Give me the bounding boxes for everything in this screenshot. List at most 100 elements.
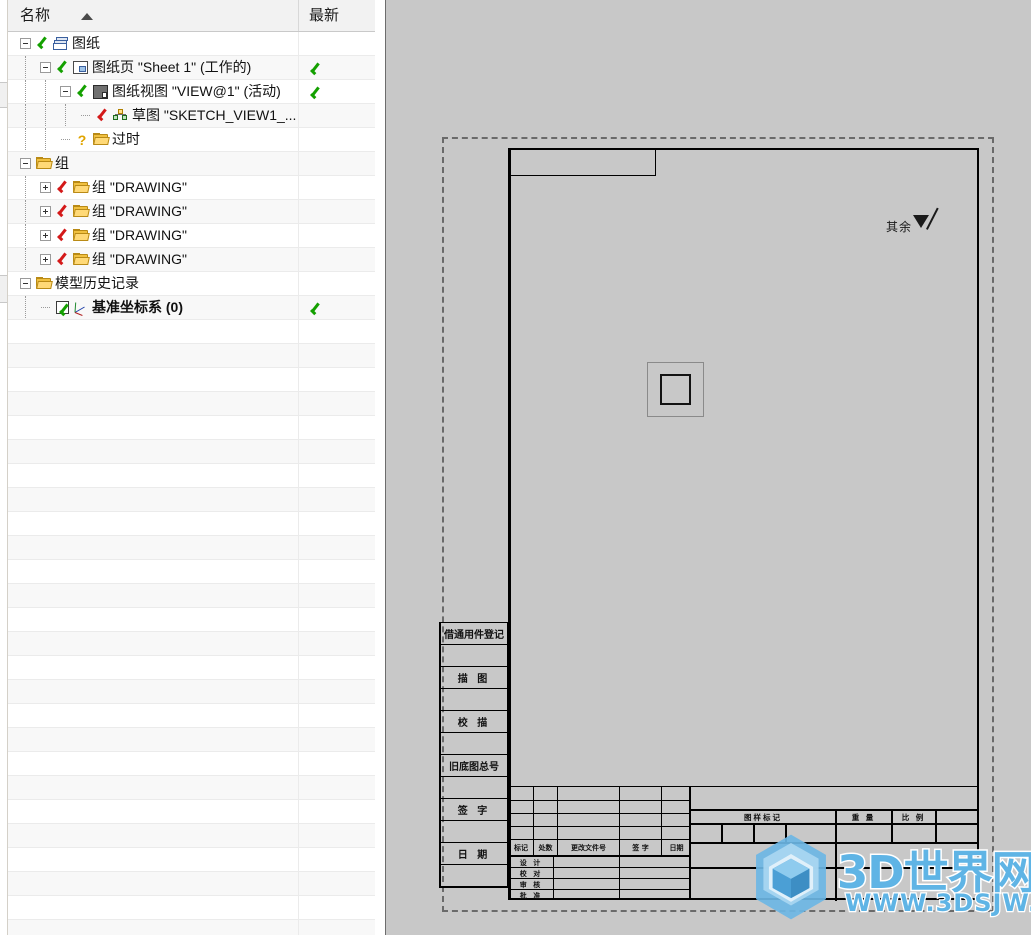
revision-table[interactable]: 标记 处数 更改文件号 签 字 日期	[508, 786, 690, 856]
tree-status-cell	[298, 272, 375, 295]
table-row[interactable]: 图纸	[8, 32, 375, 56]
table-row-empty[interactable]	[8, 656, 375, 680]
title-block-right[interactable]: 图样标记 重 量 比 例	[690, 786, 979, 901]
table-row[interactable]: 组 "DRAWING"	[8, 248, 375, 272]
tree-expander-toggle[interactable]	[60, 86, 71, 97]
right-header-weight: 重 量	[851, 813, 876, 822]
tree-name-cell[interactable]: 组 "DRAWING"	[8, 248, 298, 271]
title-block-left-blank[interactable]	[439, 732, 509, 754]
table-row[interactable]: 草图 "SKETCH_VIEW1_...	[8, 104, 375, 128]
table-row-empty[interactable]	[8, 680, 375, 704]
table-row-empty[interactable]	[8, 752, 375, 776]
panel-left-gutter[interactable]	[0, 0, 8, 935]
revision-header-count: 处数	[538, 844, 553, 852]
table-row[interactable]: 组	[8, 152, 375, 176]
checkbox-icon[interactable]	[56, 301, 69, 315]
tree-expander-toggle[interactable]	[20, 158, 31, 169]
table-row[interactable]: 基准坐标系 (0)	[8, 296, 375, 320]
tree-expander-toggle[interactable]	[20, 278, 31, 289]
title-block-left-blank[interactable]	[439, 820, 509, 842]
tree-expander-toggle[interactable]	[20, 38, 31, 49]
table-row-empty[interactable]	[8, 488, 375, 512]
tree-item-label-wrap: 图纸页 "Sheet 1" (工作的)	[92, 56, 251, 79]
table-row-empty[interactable]	[8, 584, 375, 608]
table-row-empty[interactable]	[8, 608, 375, 632]
table-row-empty[interactable]	[8, 320, 375, 344]
tree-name-cell	[8, 488, 298, 511]
table-row-empty[interactable]	[8, 416, 375, 440]
tree-name-cell[interactable]: 模型历史记录	[8, 272, 298, 295]
tree-expander-toggle[interactable]	[40, 62, 51, 73]
tree-expander-toggle[interactable]	[40, 254, 51, 265]
tree-name-cell[interactable]: 组 "DRAWING"	[8, 176, 298, 199]
tree-name-cell[interactable]: 组	[8, 152, 298, 175]
right-header-drawing-mark: 图样标记	[744, 813, 782, 822]
tree-expander-toggle[interactable]	[40, 182, 51, 193]
table-row-empty[interactable]	[8, 728, 375, 752]
table-row-empty[interactable]	[8, 344, 375, 368]
title-block-left-blank[interactable]	[439, 688, 509, 710]
table-row[interactable]: 图纸页 "Sheet 1" (工作的)	[8, 56, 375, 80]
table-row[interactable]: ? 过时	[8, 128, 375, 152]
table-row-empty[interactable]	[8, 368, 375, 392]
tree-name-cell[interactable]: 图纸视图 "VIEW@1" (活动)	[8, 80, 298, 103]
tree-name-cell[interactable]: 基准坐标系 (0)	[8, 296, 298, 319]
table-row-empty[interactable]	[8, 896, 375, 920]
column-header-name[interactable]: 名称	[8, 0, 298, 31]
part-geometry-square[interactable]	[660, 374, 691, 405]
drawing-canvas[interactable]: 其余 借通用件登记描 图校 描旧底图总号签 字日 期 标记 处数 更改文件号 签…	[385, 0, 1031, 935]
tree-status-cell	[298, 224, 375, 247]
table-row-empty[interactable]	[8, 824, 375, 848]
tree-name-cell[interactable]: 草图 "SKETCH_VIEW1_...	[8, 104, 298, 127]
table-row-empty[interactable]	[8, 632, 375, 656]
row-type-icon	[73, 251, 90, 268]
table-row-empty[interactable]	[8, 512, 375, 536]
table-row[interactable]: 模型历史记录	[8, 272, 375, 296]
table-row-empty[interactable]	[8, 704, 375, 728]
table-row-empty[interactable]	[8, 776, 375, 800]
tree-item-label: 模型历史记录	[55, 275, 139, 291]
table-row[interactable]: 组 "DRAWING"	[8, 200, 375, 224]
tree-name-cell[interactable]: 组 "DRAWING"	[8, 224, 298, 247]
table-row-empty[interactable]	[8, 800, 375, 824]
column-header-status[interactable]: 最新	[298, 0, 375, 31]
table-row-empty[interactable]	[8, 392, 375, 416]
tree-guide-line	[25, 248, 27, 271]
tree-name-cell[interactable]: ? 过时	[8, 128, 298, 151]
table-row[interactable]: 图纸视图 "VIEW@1" (活动)	[8, 80, 375, 104]
title-block-left-blank[interactable]	[439, 644, 509, 666]
tree-item-label-wrap: 草图 "SKETCH_VIEW1_...	[132, 104, 296, 127]
row-status-marker	[36, 35, 50, 52]
signoff-table[interactable]: 设 计 校 对 审 核 批 准	[508, 856, 690, 900]
tree-status-cell	[298, 344, 375, 367]
table-row[interactable]: 组 "DRAWING"	[8, 176, 375, 200]
tree-name-cell	[8, 608, 298, 631]
table-row-empty[interactable]	[8, 560, 375, 584]
title-block-left-blank[interactable]	[439, 864, 509, 886]
table-row-empty[interactable]	[8, 872, 375, 896]
tree-status-cell	[298, 32, 375, 55]
table-row[interactable]: 组 "DRAWING"	[8, 224, 375, 248]
folder-icon	[73, 205, 90, 218]
revision-header-mark: 标记	[514, 844, 528, 852]
tree-name-cell[interactable]: 图纸页 "Sheet 1" (工作的)	[8, 56, 298, 79]
tree-status-cell	[298, 680, 375, 703]
gutter-nub-bottom	[0, 275, 7, 303]
tree-row-list[interactable]: 图纸 图纸页 "Sheet 1" (工作的) 图纸视图 "VIEW@1" (活动) 草…	[8, 32, 375, 935]
table-row-empty[interactable]	[8, 848, 375, 872]
tree-expander-toggle[interactable]	[40, 230, 51, 241]
title-block-left-blank[interactable]	[439, 776, 509, 798]
tree-status-cell	[298, 656, 375, 679]
tree-expander-toggle[interactable]	[40, 206, 51, 217]
title-block-left-bottom-edge	[439, 886, 509, 888]
table-row-empty[interactable]	[8, 440, 375, 464]
tree-name-cell	[8, 896, 298, 919]
tree-name-cell[interactable]: 组 "DRAWING"	[8, 200, 298, 223]
table-row-empty[interactable]	[8, 536, 375, 560]
sort-ascending-icon	[81, 13, 93, 20]
table-row-empty[interactable]	[8, 464, 375, 488]
tree-name-cell[interactable]: 图纸	[8, 32, 298, 55]
tree-guide-line	[45, 128, 47, 151]
tree-elbow-line	[61, 139, 70, 141]
table-row-empty[interactable]	[8, 920, 375, 935]
